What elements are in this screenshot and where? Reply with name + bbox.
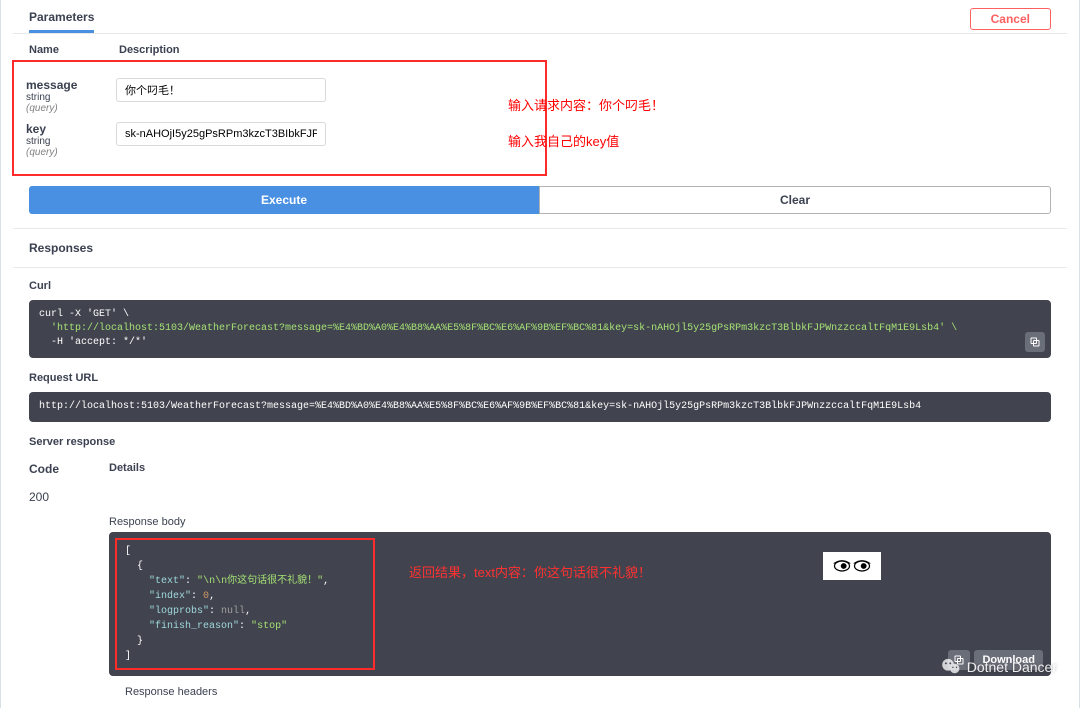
param-in-message: (query) xyxy=(26,103,116,114)
response-code-value: 200 xyxy=(29,490,109,504)
wechat-icon xyxy=(940,656,962,678)
param-type-message: string xyxy=(26,92,116,103)
watermark-text: Dotnet Dancer xyxy=(967,659,1057,675)
param-row-message: message string (query) xyxy=(26,78,533,114)
parameters-tab[interactable]: Parameters xyxy=(29,4,94,33)
json-body: [ { "text": "\n\n你这句话很不礼貌！", "index": 0,… xyxy=(115,538,375,670)
curl-l2: 'http://localhost:5103/WeatherForecast?m… xyxy=(39,323,957,334)
red-annotations: 输入请求内容：你个叼毛！ 输入我自己的key值 xyxy=(508,88,664,161)
eye-image xyxy=(823,552,881,580)
server-response-heading: Server response xyxy=(13,432,1067,452)
col-description: Description xyxy=(119,44,180,56)
curl-block: curl -X 'GET' \ 'http://localhost:5103/W… xyxy=(29,300,1051,358)
key-input[interactable] xyxy=(116,122,326,146)
params-table-header: Name Description xyxy=(13,40,1067,60)
watermark: Dotnet Dancer xyxy=(940,656,1057,678)
param-row-key: key string (query) xyxy=(26,122,533,158)
col-name: Name xyxy=(29,44,119,56)
param-name-message: message xyxy=(26,78,116,92)
details-col-header: Details xyxy=(109,462,1051,476)
response-body-block: [ { "text": "\n\n你这句话很不礼貌！", "index": 0,… xyxy=(109,532,1051,676)
param-name-key: key xyxy=(26,122,116,136)
curl-l1: curl -X 'GET' \ xyxy=(39,309,129,320)
execute-button[interactable]: Execute xyxy=(29,186,539,214)
parameters-header: Parameters Cancel xyxy=(13,4,1067,34)
cancel-button[interactable]: Cancel xyxy=(970,8,1051,30)
annotation-1: 输入请求内容：你个叼毛！ xyxy=(508,88,664,124)
request-url-value: http://localhost:5103/WeatherForecast?me… xyxy=(39,401,921,412)
response-body-heading: Response body xyxy=(109,516,1051,528)
copy-icon[interactable] xyxy=(1025,332,1045,352)
response-headers-heading: Response headers xyxy=(125,686,1051,698)
params-highlight-box: message string (query) key string (query… xyxy=(12,60,547,176)
code-col-header: Code xyxy=(29,462,109,476)
curl-l3: -H 'accept: */*' xyxy=(39,337,147,348)
responses-heading: Responses xyxy=(13,228,1067,268)
annotation-2: 输入我自己的key值 xyxy=(508,124,664,160)
curl-heading: Curl xyxy=(13,276,1067,296)
result-annotation: 返回结果，text内容：你这句话很不礼貌！ xyxy=(409,562,651,581)
request-url-block: http://localhost:5103/WeatherForecast?me… xyxy=(29,392,1051,422)
clear-button[interactable]: Clear xyxy=(539,186,1051,214)
message-input[interactable] xyxy=(116,78,326,102)
param-in-key: (query) xyxy=(26,147,116,158)
request-url-heading: Request URL xyxy=(13,368,1067,388)
param-type-key: string xyxy=(26,136,116,147)
